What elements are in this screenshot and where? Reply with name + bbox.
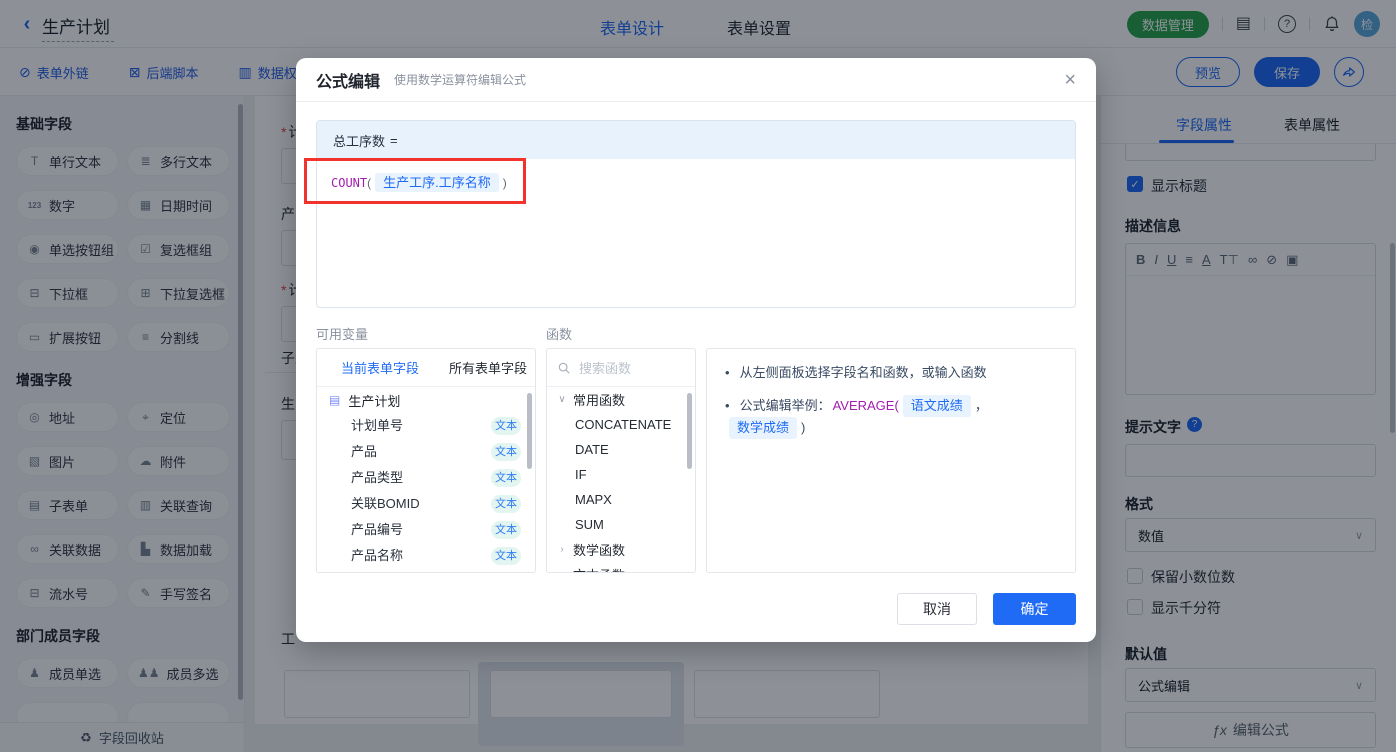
help-line-1: • 从左侧面板选择字段名和函数，或输入函数	[725, 365, 987, 380]
confirm-button[interactable]: 确定	[993, 593, 1076, 625]
modal-subtitle: 使用数学运算符编辑公式	[394, 73, 527, 87]
function-search-input[interactable]: 搜索函数	[547, 349, 695, 387]
variables-scrollbar[interactable]	[527, 393, 532, 469]
variable-field-row[interactable]: 产品 文本	[317, 439, 535, 465]
function-item[interactable]: IF	[547, 462, 695, 487]
function-group-name: 常用函数	[573, 393, 626, 408]
formula-editor[interactable]: 总工序数 = COUNT(生产工序.工序名称)	[316, 120, 1076, 308]
field-token-chip[interactable]: 生产工序.工序名称	[375, 173, 499, 192]
example-field-chip: 语文成绩	[902, 395, 971, 417]
variable-field-row[interactable]: 计划单号 文本	[317, 413, 535, 439]
field-type-badge: 文本	[491, 547, 521, 565]
formula-target-strip: 总工序数 =	[317, 121, 1075, 159]
variables-section-label: 可用变量	[316, 327, 369, 342]
functions-section-label: 函数	[546, 327, 573, 342]
function-item[interactable]: DATE	[547, 437, 695, 462]
example-field-chip: 数学成绩	[729, 417, 798, 439]
field-type-badge: 文本	[491, 521, 521, 539]
function-group-name: 数学函数	[573, 543, 626, 558]
variable-field-row[interactable]: 产品类型 文本	[317, 465, 535, 491]
variable-field-name: 计划单号	[351, 418, 404, 433]
function-group-row[interactable]: › 文本函数	[547, 562, 695, 572]
chevron-right-icon: ›	[560, 544, 564, 555]
formula-edit-modal: 公式编辑 使用数学运算符编辑公式 × 总工序数 = COUNT(生产工序.工序名…	[296, 58, 1096, 642]
function-item[interactable]: CONCATENATE	[547, 412, 695, 437]
formula-help-panel: • 从左侧面板选择字段名和函数，或输入函数 • 公式编辑举例： AVERAGE(…	[706, 348, 1076, 573]
functions-panel: 搜索函数 ∨常用函数CONCATENATEDATEIFMAPXSUM›数学函数›…	[546, 348, 696, 573]
modal-header: 公式编辑 使用数学运算符编辑公式 ×	[296, 58, 1096, 102]
equals-sign: =	[390, 132, 398, 148]
form-tree-root[interactable]: ▤ 生产计划	[317, 387, 535, 413]
function-item[interactable]: MAPX	[547, 487, 695, 512]
close-icon[interactable]: ×	[1064, 68, 1076, 92]
function-group-name: 文本函数	[573, 565, 625, 572]
chevron-right-icon: ›	[557, 569, 567, 572]
variables-panel: 当前表单字段 所有表单字段 ▤ 生产计划 计划单号 文本 产品 文本 产品类型 文本 关联B…	[316, 348, 536, 573]
example-function-name: AVERAGE(	[832, 398, 899, 413]
cancel-button[interactable]: 取消	[897, 593, 977, 625]
field-type-badge: 文本	[491, 495, 521, 513]
variable-field-name: 关联BOMID	[351, 496, 420, 511]
tab-current-form-fields[interactable]: 当前表单字段	[341, 358, 419, 377]
function-name: COUNT	[331, 176, 368, 190]
modal-title: 公式编辑	[316, 73, 381, 91]
search-icon	[558, 362, 570, 374]
form-doc-icon: ▤	[329, 393, 341, 407]
bullet: •	[725, 365, 730, 380]
formula-expression: COUNT(生产工序.工序名称)	[331, 173, 507, 192]
bullet: •	[725, 398, 730, 413]
function-group-row[interactable]: › 数学函数	[547, 537, 695, 562]
field-type-badge: 文本	[491, 417, 521, 435]
help-line-2: • 公式编辑举例： AVERAGE( 语文成绩 ， 数学成绩 )	[725, 395, 1057, 439]
variable-field-name: 产品名称	[351, 548, 404, 563]
function-item[interactable]: SUM	[547, 512, 695, 537]
variables-tabs: 当前表单字段 所有表单字段	[317, 349, 535, 387]
variable-field-name: 产品编号	[351, 522, 404, 537]
functions-scrollbar[interactable]	[687, 393, 692, 469]
app-root: ‹ 生产计划 表单设计 表单设置 数据管理 ▤ ? 检 ⊘ 表单外链 ⊠ 后端脚…	[0, 0, 1396, 752]
chevron-down-icon: ∨	[558, 394, 566, 405]
variable-field-name: 产品	[351, 444, 378, 459]
field-type-badge: 文本	[491, 469, 521, 487]
variable-field-row[interactable]: 产品编号 文本	[317, 517, 535, 543]
search-placeholder: 搜索函数	[579, 361, 632, 376]
variable-field-row[interactable]: 关联BOMID 文本	[317, 491, 535, 517]
variable-field-row[interactable]: 产品名称 文本	[317, 543, 535, 569]
variable-field-name: 产品类型	[351, 470, 404, 485]
field-type-badge: 文本	[491, 443, 521, 461]
formula-target-field: 总工序数	[333, 133, 386, 149]
function-group-row[interactable]: ∨ 常用函数	[547, 387, 695, 412]
tab-all-form-fields[interactable]: 所有表单字段	[449, 358, 527, 377]
